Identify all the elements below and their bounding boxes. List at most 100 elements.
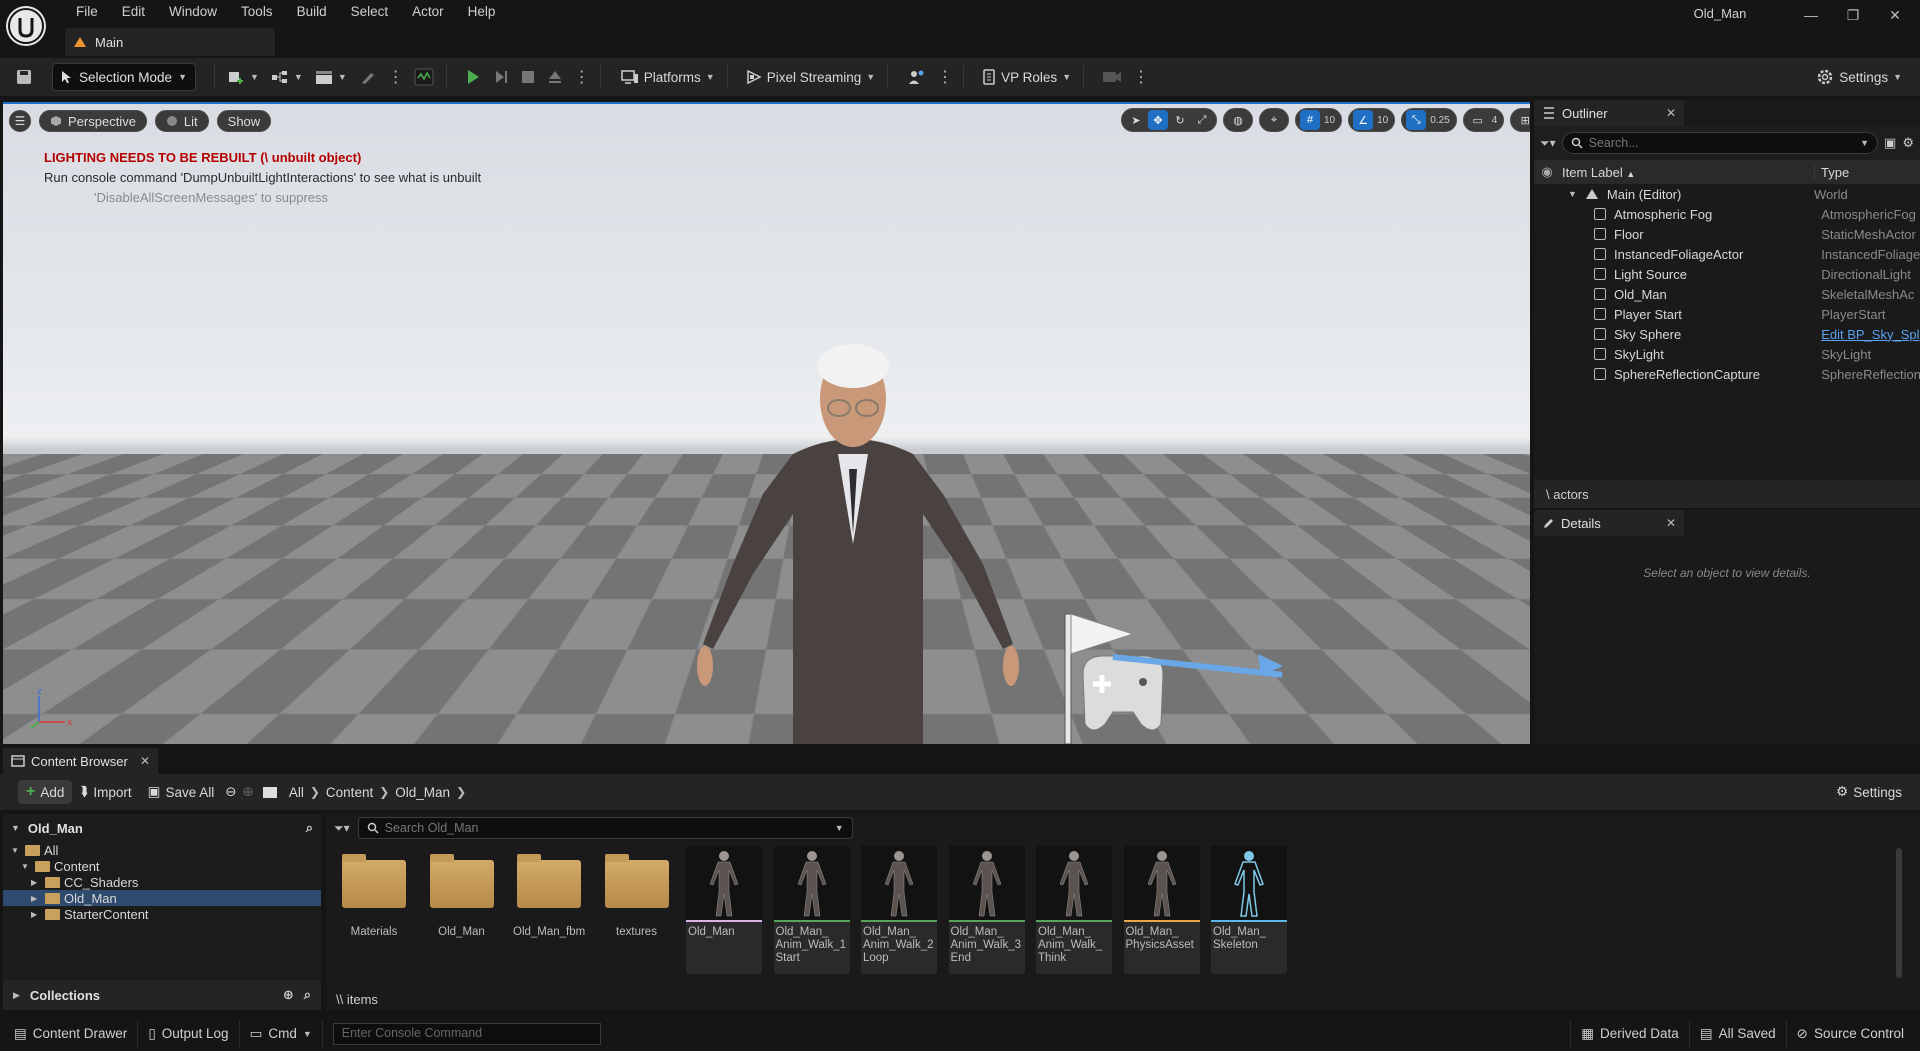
more-options-icon[interactable]: ⋮ (932, 67, 957, 87)
more-options-icon[interactable]: ⋮ (383, 67, 408, 87)
output-log-button[interactable]: ▯ Output Log (138, 1019, 240, 1048)
blueprints-button[interactable]: ▼ (265, 63, 309, 91)
col-item-label[interactable]: Item Label ▲ (1560, 165, 1814, 180)
grid-snap-icon[interactable]: # (1300, 110, 1320, 130)
player-start-gizmo[interactable] (1043, 584, 1303, 744)
asset-tile[interactable]: Old_Man_ Anim_Walk_2 Loop (861, 846, 937, 974)
asset-scrollbar[interactable] (1896, 848, 1902, 978)
tree-item[interactable]: ▶ StarterContent (3, 906, 321, 922)
menu-tools[interactable]: Tools (229, 0, 285, 24)
cmd-dropdown[interactable]: ▭ Cmd ▼ (240, 1019, 323, 1048)
asset-tile[interactable]: Old_Man_ Skeleton (1211, 846, 1287, 974)
folder-tile[interactable]: Old_Man (424, 846, 500, 974)
derived-data-button[interactable]: ▦ Derived Data (1570, 1019, 1690, 1048)
surface-snap-icon[interactable]: ⌖ (1264, 110, 1284, 130)
folder-tile[interactable]: Old_Man_fbm (511, 846, 587, 974)
expand-arrow-icon[interactable]: ▼ (21, 862, 31, 871)
content-drawer-button[interactable]: ▤ Content Drawer (4, 1019, 139, 1048)
outliner-row[interactable]: Floor StaticMeshActor (1534, 224, 1920, 244)
collapse-arrow-icon[interactable]: ▼ (11, 823, 20, 833)
add-collection-icon[interactable]: ⊕ (283, 987, 294, 1003)
search-icon[interactable]: ⌕ (306, 820, 313, 836)
eject-button[interactable] (541, 63, 569, 91)
maximize-viewport-icon[interactable]: ⊞ (1515, 110, 1530, 130)
asset-tile[interactable]: Old_Man_ Anim_Walk_3 End (948, 846, 1025, 974)
tab-main-level[interactable]: Main (65, 28, 275, 56)
vp-roles-dropdown[interactable]: VP Roles ▼ (976, 63, 1077, 91)
platforms-dropdown[interactable]: Platforms ▼ (615, 63, 721, 91)
outliner-row[interactable]: Player Start PlayerStart (1534, 304, 1920, 324)
translate-tool-icon[interactable]: ✥ (1148, 110, 1168, 130)
scale-snap-icon[interactable]: ⤡ (1406, 110, 1427, 130)
expand-arrow-icon[interactable]: ▶ (13, 990, 20, 1001)
cinematics-button[interactable]: ▼ (309, 63, 353, 91)
unreal-logo-icon[interactable] (6, 6, 46, 46)
tab-details[interactable]: Details ✕ (1534, 510, 1684, 536)
filter-icon[interactable]: ⏷▾ (334, 821, 350, 836)
actor-type[interactable]: Edit BP_Sky_Spl (1821, 327, 1920, 342)
gear-icon[interactable]: ⚙ (1902, 135, 1914, 151)
pixel-streaming-dropdown[interactable]: Pixel Streaming ▼ (740, 63, 881, 91)
close-icon[interactable]: ✕ (1666, 516, 1676, 530)
tab-content-browser[interactable]: Content Browser ✕ (3, 748, 158, 774)
minimize-icon[interactable]: — (1790, 0, 1832, 30)
settings-button[interactable]: Settings ▼ (1810, 63, 1908, 91)
expand-arrow-icon[interactable]: ▼ (11, 846, 21, 855)
add-button[interactable]: + Add (18, 780, 73, 804)
collections-header[interactable]: ▶ Collections ⊕ ⌕ (3, 980, 321, 1010)
angle-snap-value[interactable]: 10 (1375, 115, 1390, 126)
lit-button[interactable]: Lit (154, 110, 209, 132)
tree-item[interactable]: ▶ CC_Shaders (3, 874, 321, 890)
expand-arrow-icon[interactable]: ▶ (31, 894, 41, 903)
outliner-row[interactable]: Old_Man SkeletalMeshAc (1534, 284, 1920, 304)
show-button[interactable]: Show (216, 110, 272, 132)
filter-icon[interactable]: ⏷▾ (1540, 136, 1556, 151)
sources-header[interactable]: ▼ Old_Man ⌕ (3, 814, 321, 842)
save-all-button[interactable]: ▣ Save All (140, 780, 223, 804)
breadcrumb-content[interactable]: Content (320, 785, 379, 800)
restore-icon[interactable]: ❐ (1832, 0, 1874, 30)
outliner-row[interactable]: InstancedFoliageActor InstancedFoliage (1534, 244, 1920, 264)
menu-actor[interactable]: Actor (400, 0, 456, 24)
chevron-right-icon[interactable]: ❯ (379, 785, 389, 799)
chevron-right-icon[interactable]: ❯ (310, 785, 320, 799)
asset-search-input[interactable]: Search Old_Man ▼ (357, 817, 853, 839)
scale-snap-value[interactable]: 0.25 (1428, 115, 1451, 126)
angle-snap-icon[interactable]: ∠ (1353, 110, 1374, 130)
stop-button[interactable] (515, 63, 541, 91)
close-icon[interactable]: ✕ (140, 754, 150, 768)
chevron-right-icon[interactable]: ❯ (456, 785, 466, 799)
asset-tile[interactable]: Old_Man (686, 846, 762, 974)
camera-speed-value[interactable]: 4 (1490, 115, 1500, 126)
source-control-button[interactable]: ⊘ Source Control (1787, 1020, 1914, 1048)
asset-tile[interactable]: Old_Man_ Anim_Walk_ Think (1036, 846, 1112, 974)
more-options-icon[interactable]: ⋮ (569, 67, 594, 87)
menu-window[interactable]: Window (157, 0, 229, 24)
console-command-input[interactable]: Enter Console Command (332, 1022, 601, 1045)
import-button[interactable]: ⮯ Import (72, 780, 139, 804)
outliner-row[interactable]: SphereReflectionCapture SphereReflection (1534, 364, 1920, 384)
folder-tile[interactable]: Materials (336, 846, 412, 974)
tree-item[interactable]: ▶ Old_Man (3, 890, 321, 906)
advance-frame-button[interactable] (487, 63, 515, 91)
menu-build[interactable]: Build (285, 0, 339, 24)
history-back-icon[interactable]: ⊖ (222, 780, 239, 804)
asset-tile[interactable]: Old_Man_ PhysicsAsset (1123, 846, 1200, 974)
outliner-row-world[interactable]: ▼ Main (Editor) World (1534, 184, 1920, 204)
folder-tile[interactable]: textures (599, 846, 675, 974)
level-viewport[interactable]: ☰ Perspective Lit Show LIGHTING NEEDS TO… (3, 102, 1530, 744)
outliner-row[interactable]: Light Source DirectionalLight (1534, 264, 1920, 284)
breadcrumb-old-man[interactable]: Old_Man (389, 785, 456, 800)
expand-arrow-icon[interactable]: ▼ (1568, 189, 1577, 199)
menu-file[interactable]: File (64, 0, 110, 24)
expand-arrow-icon[interactable]: ▶ (31, 878, 41, 887)
select-tool-icon[interactable]: ➤ (1126, 110, 1146, 130)
tree-item[interactable]: ▼ All (3, 842, 321, 858)
world-globe-icon[interactable]: ◍ (1228, 110, 1248, 130)
add-actor-button[interactable]: ▼ (221, 63, 265, 91)
rotate-tool-icon[interactable]: ↻ (1170, 110, 1190, 130)
history-forward-icon[interactable]: ⊕ (240, 780, 257, 804)
expand-arrow-icon[interactable]: ▶ (31, 910, 41, 919)
all-saved-button[interactable]: ▤ All Saved (1690, 1019, 1787, 1048)
grid-snap-value[interactable]: 10 (1322, 115, 1337, 126)
